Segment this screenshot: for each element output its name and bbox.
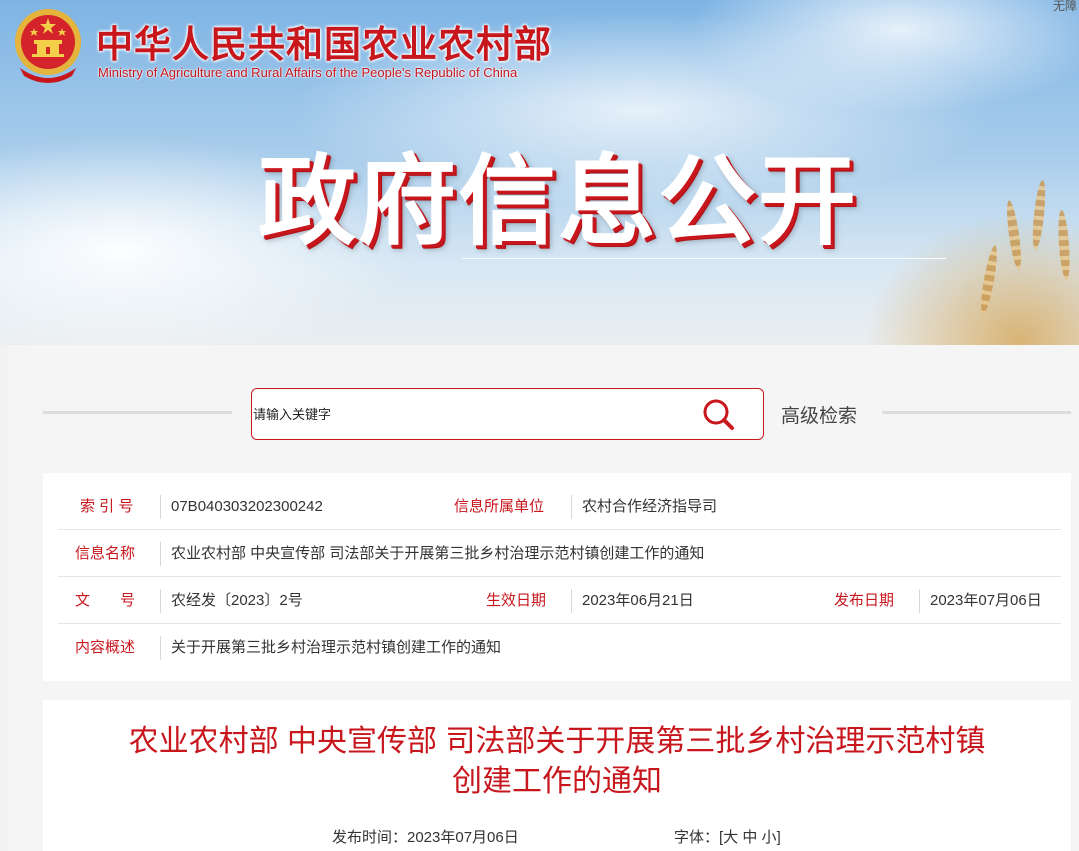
unit-value: 农村合作经济指导司 <box>582 498 718 515</box>
summary-value: 关于开展第三批乡村治理示范村镇创建工作的通知 <box>171 639 502 656</box>
meta-row-index: 索 引 号 07B040303202300242 信息所属单位 农村合作经济指导… <box>58 483 1061 530</box>
advanced-search-link[interactable]: 高级检索 <box>781 401 857 428</box>
font-size-small-button[interactable]: 小 <box>762 829 777 846</box>
cell-divider <box>160 636 161 660</box>
font-size-suffix: ] <box>776 829 781 846</box>
cell-divider <box>571 495 572 519</box>
article-title-line-1: 农业农村部 中央宣传部 司法部关于开展第三批乡村治理示范村镇 <box>128 725 986 758</box>
banner-divider <box>462 258 946 259</box>
site-title-english[interactable]: Ministry of Agriculture and Rural Affair… <box>98 65 517 80</box>
font-size-switcher: 字体：[大 中 小] <box>674 826 781 847</box>
doc-number-value: 农经发〔2023〕2号 <box>171 592 303 609</box>
article-title: 农业农村部 中央宣传部 司法部关于开展第三批乡村治理示范村镇 创建工作的通知 <box>83 722 1031 802</box>
article-panel: 农业农村部 中央宣传部 司法部关于开展第三批乡村治理示范村镇 创建工作的通知 发… <box>43 700 1071 851</box>
article-title-line-2: 创建工作的通知 <box>452 765 662 798</box>
article-publish-time: 发布时间：2023年07月06日 <box>332 829 519 846</box>
search-input[interactable] <box>252 403 692 425</box>
search-icon[interactable] <box>701 397 737 433</box>
info-name-value: 农业农村部 中央宣传部 司法部关于开展第三批乡村治理示范村镇创建工作的通知 <box>171 545 705 562</box>
index-number-value: 07B040303202300242 <box>171 498 323 515</box>
publish-date-label: 发布日期 <box>834 592 895 609</box>
cell-divider <box>160 542 161 566</box>
index-number-label: 索 引 号 <box>80 498 134 515</box>
cell-divider <box>160 589 161 613</box>
banner-title: 政府信息公开 <box>258 145 859 259</box>
meta-row-name: 信息名称 农业农村部 中央宣传部 司法部关于开展第三批乡村治理示范村镇创建工作的… <box>58 530 1061 577</box>
effective-date-value: 2023年06月21日 <box>582 592 694 609</box>
search-divider-right <box>882 411 1071 414</box>
meta-row-doc: 文 号 农经发〔2023〕2号 生效日期 2023年06月21日 发布日期 20… <box>58 577 1061 624</box>
font-size-prefix: 字体：[ <box>674 829 724 846</box>
cell-divider <box>919 589 920 613</box>
font-size-large-button[interactable]: 大 <box>723 829 738 846</box>
search-divider-left <box>43 411 232 414</box>
doc-number-label: 文 号 <box>75 592 136 609</box>
publish-date-value: 2023年07月06日 <box>930 592 1042 609</box>
search-box <box>251 388 764 440</box>
font-size-medium-button[interactable]: 中 <box>742 829 757 846</box>
header-banner: 无障 中华人民共和国农业农村部 Ministry of Agriculture … <box>0 0 1079 345</box>
effective-date-label: 生效日期 <box>486 592 547 609</box>
summary-label: 内容概述 <box>75 639 136 656</box>
accessibility-link[interactable]: 无障 <box>1053 0 1077 14</box>
cell-divider <box>160 495 161 519</box>
cell-divider <box>571 589 572 613</box>
meta-row-summary: 内容概述 关于开展第三批乡村治理示范村镇创建工作的通知 <box>58 624 1061 671</box>
info-name-label: 信息名称 <box>75 545 136 562</box>
info-metadata-table: 索 引 号 07B040303202300242 信息所属单位 农村合作经济指导… <box>43 473 1071 681</box>
site-title[interactable]: 中华人民共和国农业农村部 <box>96 14 552 68</box>
national-emblem-icon <box>15 9 81 83</box>
unit-label: 信息所属单位 <box>454 498 545 515</box>
